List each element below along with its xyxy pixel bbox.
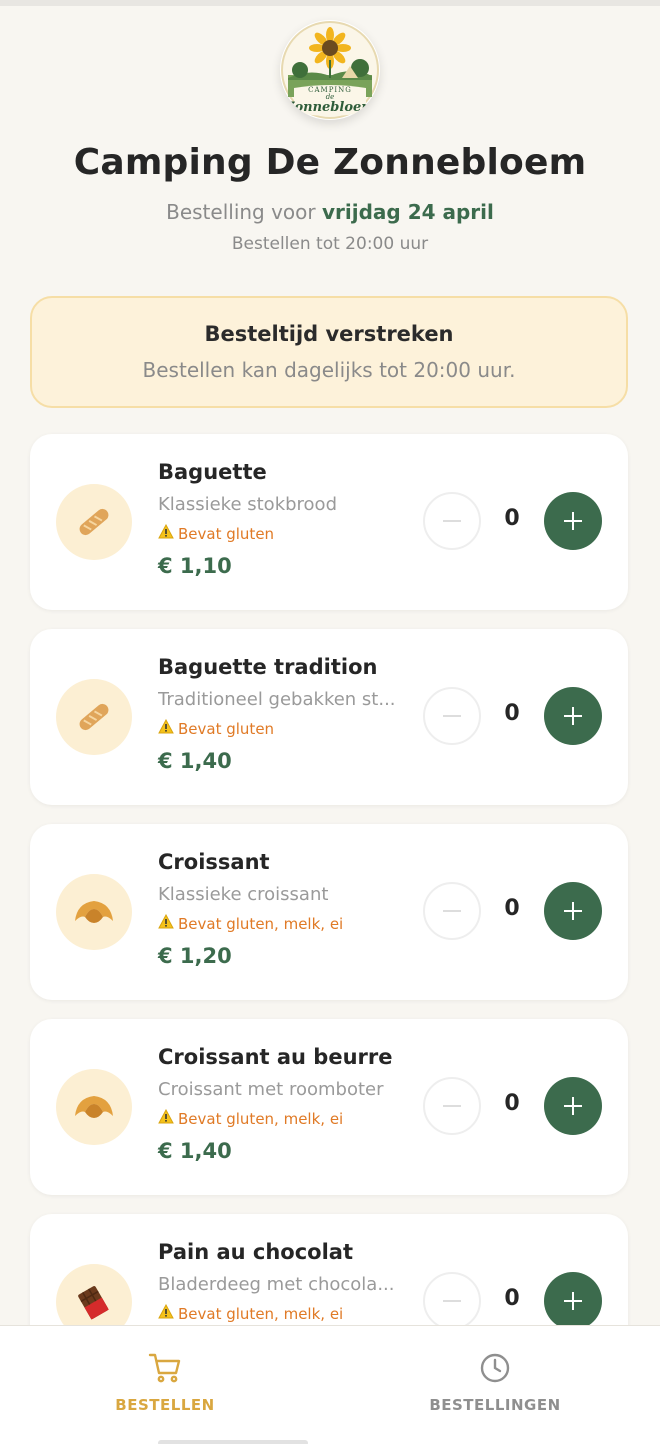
order-date: vrijdag 24 april — [322, 200, 494, 224]
product-description: Klassieke croissant — [158, 884, 329, 905]
product-name: Baguette — [158, 460, 267, 484]
order-deadline: Bestellen tot 20:00 uur — [231, 234, 429, 254]
product-price: € 1,40 — [158, 1139, 232, 1163]
allergen-warning: Bevat gluten, melk, ei — [158, 1303, 344, 1323]
product-price: € 1,40 — [158, 749, 232, 773]
plus-icon — [564, 1097, 582, 1115]
decrease-button[interactable] — [423, 492, 481, 550]
croissant-icon — [56, 874, 132, 950]
decrease-button[interactable] — [423, 1077, 481, 1135]
plus-icon — [564, 902, 582, 920]
allergen-text: Bevat gluten, melk, ei — [178, 914, 344, 933]
page-title: Camping De Zonnebloem — [73, 142, 587, 183]
notice-title: Besteltijd verstreken — [204, 322, 454, 346]
minus-icon — [443, 910, 461, 912]
tab-bestellen-label: BESTELLEN — [115, 1396, 215, 1414]
increase-button[interactable] — [544, 687, 602, 745]
quantity-value: 0 — [504, 896, 520, 921]
camping-logo: CAMPING de Zonnebloem — [280, 20, 380, 120]
allergen-text: Bevat gluten, melk, ei — [178, 1109, 344, 1128]
product-description: Klassieke stokbrood — [158, 494, 337, 515]
increase-button[interactable] — [544, 1272, 602, 1330]
cart-icon — [0, 1352, 330, 1384]
increase-button[interactable] — [544, 1077, 602, 1135]
increase-button[interactable] — [544, 882, 602, 940]
allergen-warning: Bevat gluten, melk, ei — [158, 1108, 344, 1128]
product-name: Croissant — [158, 850, 270, 874]
product-price: € 1,20 — [158, 944, 232, 968]
croissant-icon — [56, 1069, 132, 1145]
minus-icon — [443, 715, 461, 717]
quantity-value: 0 — [504, 1091, 520, 1116]
decrease-button[interactable] — [423, 1272, 481, 1330]
baguette-icon — [56, 484, 132, 560]
product-name: Pain au chocolat — [158, 1240, 353, 1264]
allergen-text: Bevat gluten, melk, ei — [178, 1304, 344, 1323]
quantity-value: 0 — [504, 701, 520, 726]
product-price: € 1,10 — [158, 554, 232, 578]
tab-bestellen[interactable]: BESTELLEN — [0, 1326, 330, 1444]
warning-icon — [158, 913, 174, 933]
increase-button[interactable] — [544, 492, 602, 550]
allergen-warning: Bevat gluten, melk, ei — [158, 913, 344, 933]
bottom-navigation: BESTELLEN BESTELLINGEN — [0, 1325, 660, 1444]
warning-icon — [158, 718, 174, 738]
product-card-croissant-au-beurre: Croissant au beurre Croissant met roombo… — [30, 1019, 628, 1195]
plus-icon — [564, 707, 582, 725]
product-name: Croissant au beurre — [158, 1045, 393, 1069]
product-description: Traditioneel gebakken st... — [158, 689, 396, 710]
minus-icon — [443, 1300, 461, 1302]
product-card-baguette-tradition: Baguette tradition Traditioneel gebakken… — [30, 629, 628, 805]
quantity-value: 0 — [504, 506, 520, 531]
plus-icon — [564, 1292, 582, 1310]
warning-icon — [158, 1303, 174, 1323]
warning-icon — [158, 523, 174, 543]
tab-bestellingen-label: BESTELLINGEN — [429, 1396, 561, 1414]
minus-icon — [443, 1105, 461, 1107]
product-description: Croissant met roomboter — [158, 1079, 384, 1100]
product-name: Baguette tradition — [158, 655, 378, 679]
order-date-line: Bestelling voor vrijdag 24 april — [0, 200, 660, 224]
allergen-warning: Bevat gluten — [158, 523, 275, 543]
product-description: Bladerdeeg met chocola... — [158, 1274, 395, 1295]
product-card-baguette: Baguette Klassieke stokbrood Bevat glute… — [30, 434, 628, 610]
logo-name-text: Zonnebloem — [284, 100, 376, 115]
product-card-croissant: Croissant Klassieke croissant Bevat glut… — [30, 824, 628, 1000]
quantity-value: 0 — [504, 1286, 520, 1311]
peek-bar — [158, 1440, 308, 1444]
order-date-prefix: Bestelling voor — [166, 200, 322, 224]
plus-icon — [564, 512, 582, 530]
minus-icon — [443, 520, 461, 522]
allergen-text: Bevat gluten — [178, 524, 275, 543]
clock-icon — [330, 1352, 660, 1384]
allergen-text: Bevat gluten — [178, 719, 275, 738]
baguette-icon — [56, 679, 132, 755]
tab-bestellingen[interactable]: BESTELLINGEN — [330, 1326, 660, 1444]
deadline-passed-notice: Besteltijd verstreken Bestellen kan dage… — [30, 296, 628, 408]
top-divider — [0, 0, 660, 6]
notice-text: Bestellen kan dagelijks tot 20:00 uur. — [142, 358, 516, 382]
decrease-button[interactable] — [423, 687, 481, 745]
next-product-peek — [158, 1436, 308, 1444]
allergen-warning: Bevat gluten — [158, 718, 275, 738]
decrease-button[interactable] — [423, 882, 481, 940]
warning-icon — [158, 1108, 174, 1128]
